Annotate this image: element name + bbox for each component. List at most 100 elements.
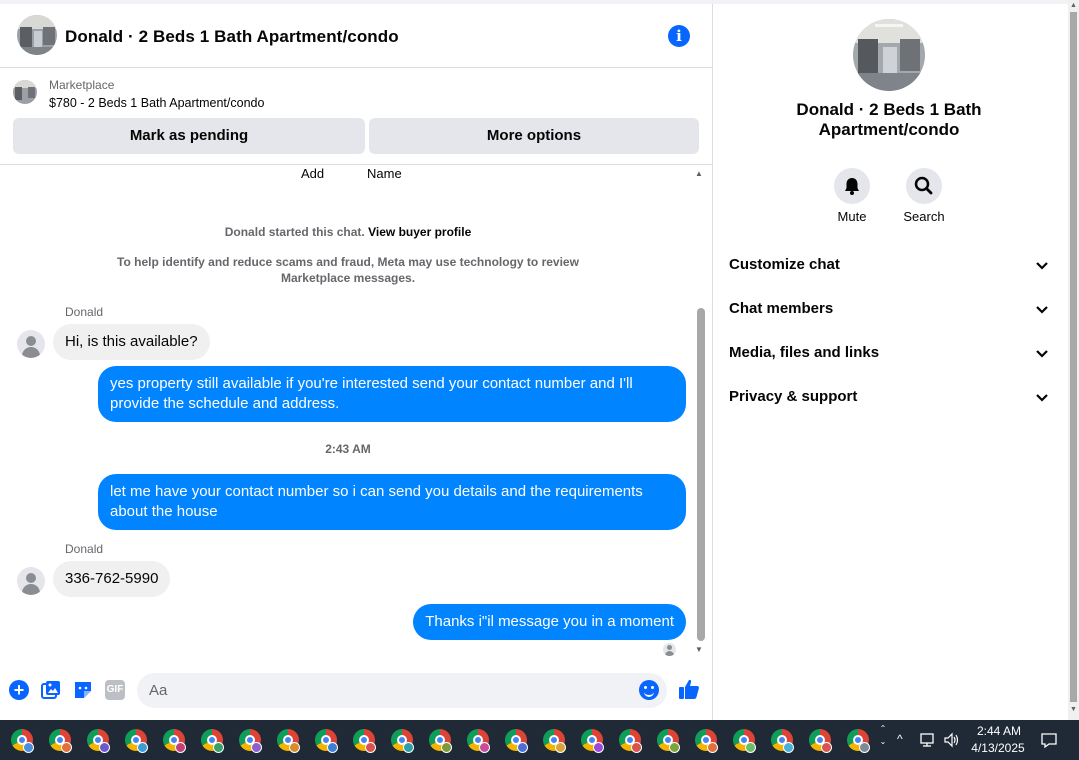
taskbar-overflow-scroller[interactable]: ⌃ ⌄ [876, 720, 890, 760]
chat-started-text: Donald started this chat. [224, 225, 365, 239]
sender-name: Donald [65, 305, 104, 319]
chevron-down-icon [1036, 350, 1048, 358]
clock-time[interactable]: 2:44 AM [973, 724, 1025, 738]
search-icon [914, 176, 933, 195]
chat-started-notice: Donald started this chat. View buyer pro… [0, 225, 696, 239]
message-bubble-incoming[interactable]: 336-762-5990 [53, 561, 171, 597]
marketplace-label: Marketplace [49, 78, 115, 92]
seen-indicator-icon [663, 643, 676, 656]
sticker-icon[interactable] [73, 680, 93, 700]
notifications-icon[interactable] [1040, 731, 1058, 749]
scroll-down-arrow-icon[interactable]: ▼ [1070, 706, 1077, 713]
donald-avatar[interactable] [17, 330, 45, 358]
profile-badge-icon [555, 742, 566, 753]
listing-large-avatar[interactable] [853, 19, 925, 91]
chrome-profile-taskbar-icon[interactable] [806, 720, 834, 760]
window-scroll-thumb[interactable] [1070, 12, 1077, 702]
message-bubble-outgoing[interactable]: yes property still available if you're i… [98, 366, 686, 422]
chrome-profile-taskbar-icon[interactable] [616, 720, 644, 760]
profile-badge-icon [289, 742, 300, 753]
section-label: Chat members [729, 300, 834, 317]
scroll-up-arrow-icon[interactable]: ▲ [695, 169, 703, 178]
message-bubble-outgoing[interactable]: Thanks i"il message you in a moment [413, 604, 686, 640]
chrome-profile-taskbar-icon[interactable] [274, 720, 302, 760]
chrome-profile-taskbar-icon[interactable] [46, 720, 74, 760]
chrome-profile-taskbar-icon[interactable] [768, 720, 796, 760]
network-icon[interactable] [919, 732, 937, 748]
section-media-files-links[interactable]: Media, files and links [729, 344, 1053, 366]
volume-icon[interactable] [943, 732, 961, 748]
plus-icon[interactable]: + [9, 680, 29, 700]
chrome-profile-taskbar-icon[interactable] [350, 720, 378, 760]
chevron-down-icon [1036, 394, 1048, 402]
chrome-profile-taskbar-icon[interactable] [464, 720, 492, 760]
chrome-profile-taskbar-icon[interactable] [160, 720, 188, 760]
chrome-profile-taskbar-icon[interactable] [844, 720, 872, 760]
profile-badge-icon [137, 742, 148, 753]
profile-badge-icon [441, 742, 452, 753]
profile-badge-icon [61, 742, 72, 753]
profile-badge-icon [745, 742, 756, 753]
chrome-profile-taskbar-icon[interactable] [730, 720, 758, 760]
message-composer: + GIF [0, 662, 712, 720]
section-chat-members[interactable]: Chat members [729, 300, 1053, 322]
message-bubble-outgoing[interactable]: let me have your contact number so i can… [98, 474, 686, 530]
message-bubble-incoming[interactable]: Hi, is this available? [53, 324, 210, 360]
chrome-profile-taskbar-icon[interactable] [8, 720, 36, 760]
show-hidden-icons-icon[interactable]: ^ [897, 732, 903, 746]
donald-avatar[interactable] [17, 567, 45, 595]
chrome-profile-taskbar-icon[interactable] [578, 720, 606, 760]
emoji-icon[interactable] [639, 680, 659, 700]
profile-badge-icon [669, 742, 680, 753]
message-timestamp: 2:43 AM [325, 442, 371, 456]
chrome-profile-taskbar-icon[interactable] [84, 720, 112, 760]
profile-badge-icon [707, 742, 718, 753]
search-button[interactable]: Search [894, 168, 954, 224]
clock-date[interactable]: 4/13/2025 [967, 741, 1029, 755]
chevron-up-icon[interactable]: ⌃ [876, 724, 890, 733]
scroll-down-arrow-icon[interactable]: ▼ [695, 645, 703, 654]
view-buyer-profile-link[interactable]: View buyer profile [368, 225, 471, 239]
photo-icon[interactable] [41, 680, 61, 700]
chevron-down-icon[interactable]: ⌄ [876, 737, 890, 746]
chrome-profile-taskbar-icon[interactable] [388, 720, 416, 760]
section-privacy-support[interactable]: Privacy & support [729, 388, 1053, 410]
profile-badge-icon [593, 742, 604, 753]
chrome-profile-taskbar-icon[interactable] [540, 720, 568, 760]
mark-as-pending-button[interactable]: Mark as pending [13, 118, 365, 154]
message-input[interactable] [149, 673, 629, 708]
marketplace-panel: Marketplace $780 - 2 Beds 1 Bath Apartme… [0, 68, 712, 165]
chrome-profile-taskbar-icon[interactable] [692, 720, 720, 760]
profile-badge-icon [327, 742, 338, 753]
name-label: Name [367, 166, 402, 181]
thumbs-up-icon[interactable] [678, 678, 699, 699]
chrome-profile-taskbar-icon[interactable] [198, 720, 226, 760]
scroll-up-arrow-icon[interactable]: ▲ [1070, 2, 1077, 9]
chat-header: Donald · 2 Beds 1 Bath Apartment/condo i [0, 4, 712, 68]
gif-icon[interactable]: GIF [105, 680, 125, 700]
scroll-thumb[interactable] [697, 308, 705, 641]
chrome-profile-taskbar-icon[interactable] [654, 720, 682, 760]
chrome-profile-taskbar-icon[interactable] [502, 720, 530, 760]
listing-thumbnail[interactable] [13, 80, 37, 104]
profile-badge-icon [23, 742, 34, 753]
message-input-container[interactable] [137, 673, 667, 708]
chrome-profile-taskbar-icon[interactable] [236, 720, 264, 760]
sender-name: Donald [65, 542, 104, 556]
more-options-button[interactable]: More options [369, 118, 699, 154]
section-label: Media, files and links [729, 344, 880, 361]
listing-avatar[interactable] [17, 15, 57, 55]
profile-badge-icon [251, 742, 262, 753]
profile-badge-icon [99, 742, 110, 753]
mute-button[interactable]: Mute [822, 168, 882, 224]
add-label: Add [301, 166, 325, 181]
window-scrollbar[interactable]: ▲ ▼ [1068, 0, 1079, 720]
chat-title[interactable]: Donald · 2 Beds 1 Bath Apartment/condo [65, 27, 399, 47]
info-icon[interactable]: i [668, 25, 690, 47]
listing-price-title[interactable]: $780 - 2 Beds 1 Bath Apartment/condo [49, 96, 264, 110]
chrome-profile-taskbar-icon[interactable] [426, 720, 454, 760]
section-customize-chat[interactable]: Customize chat [729, 256, 1053, 278]
message-scrollbar[interactable]: ▲ ▼ [695, 165, 707, 658]
chrome-profile-taskbar-icon[interactable] [312, 720, 340, 760]
chrome-profile-taskbar-icon[interactable] [122, 720, 150, 760]
